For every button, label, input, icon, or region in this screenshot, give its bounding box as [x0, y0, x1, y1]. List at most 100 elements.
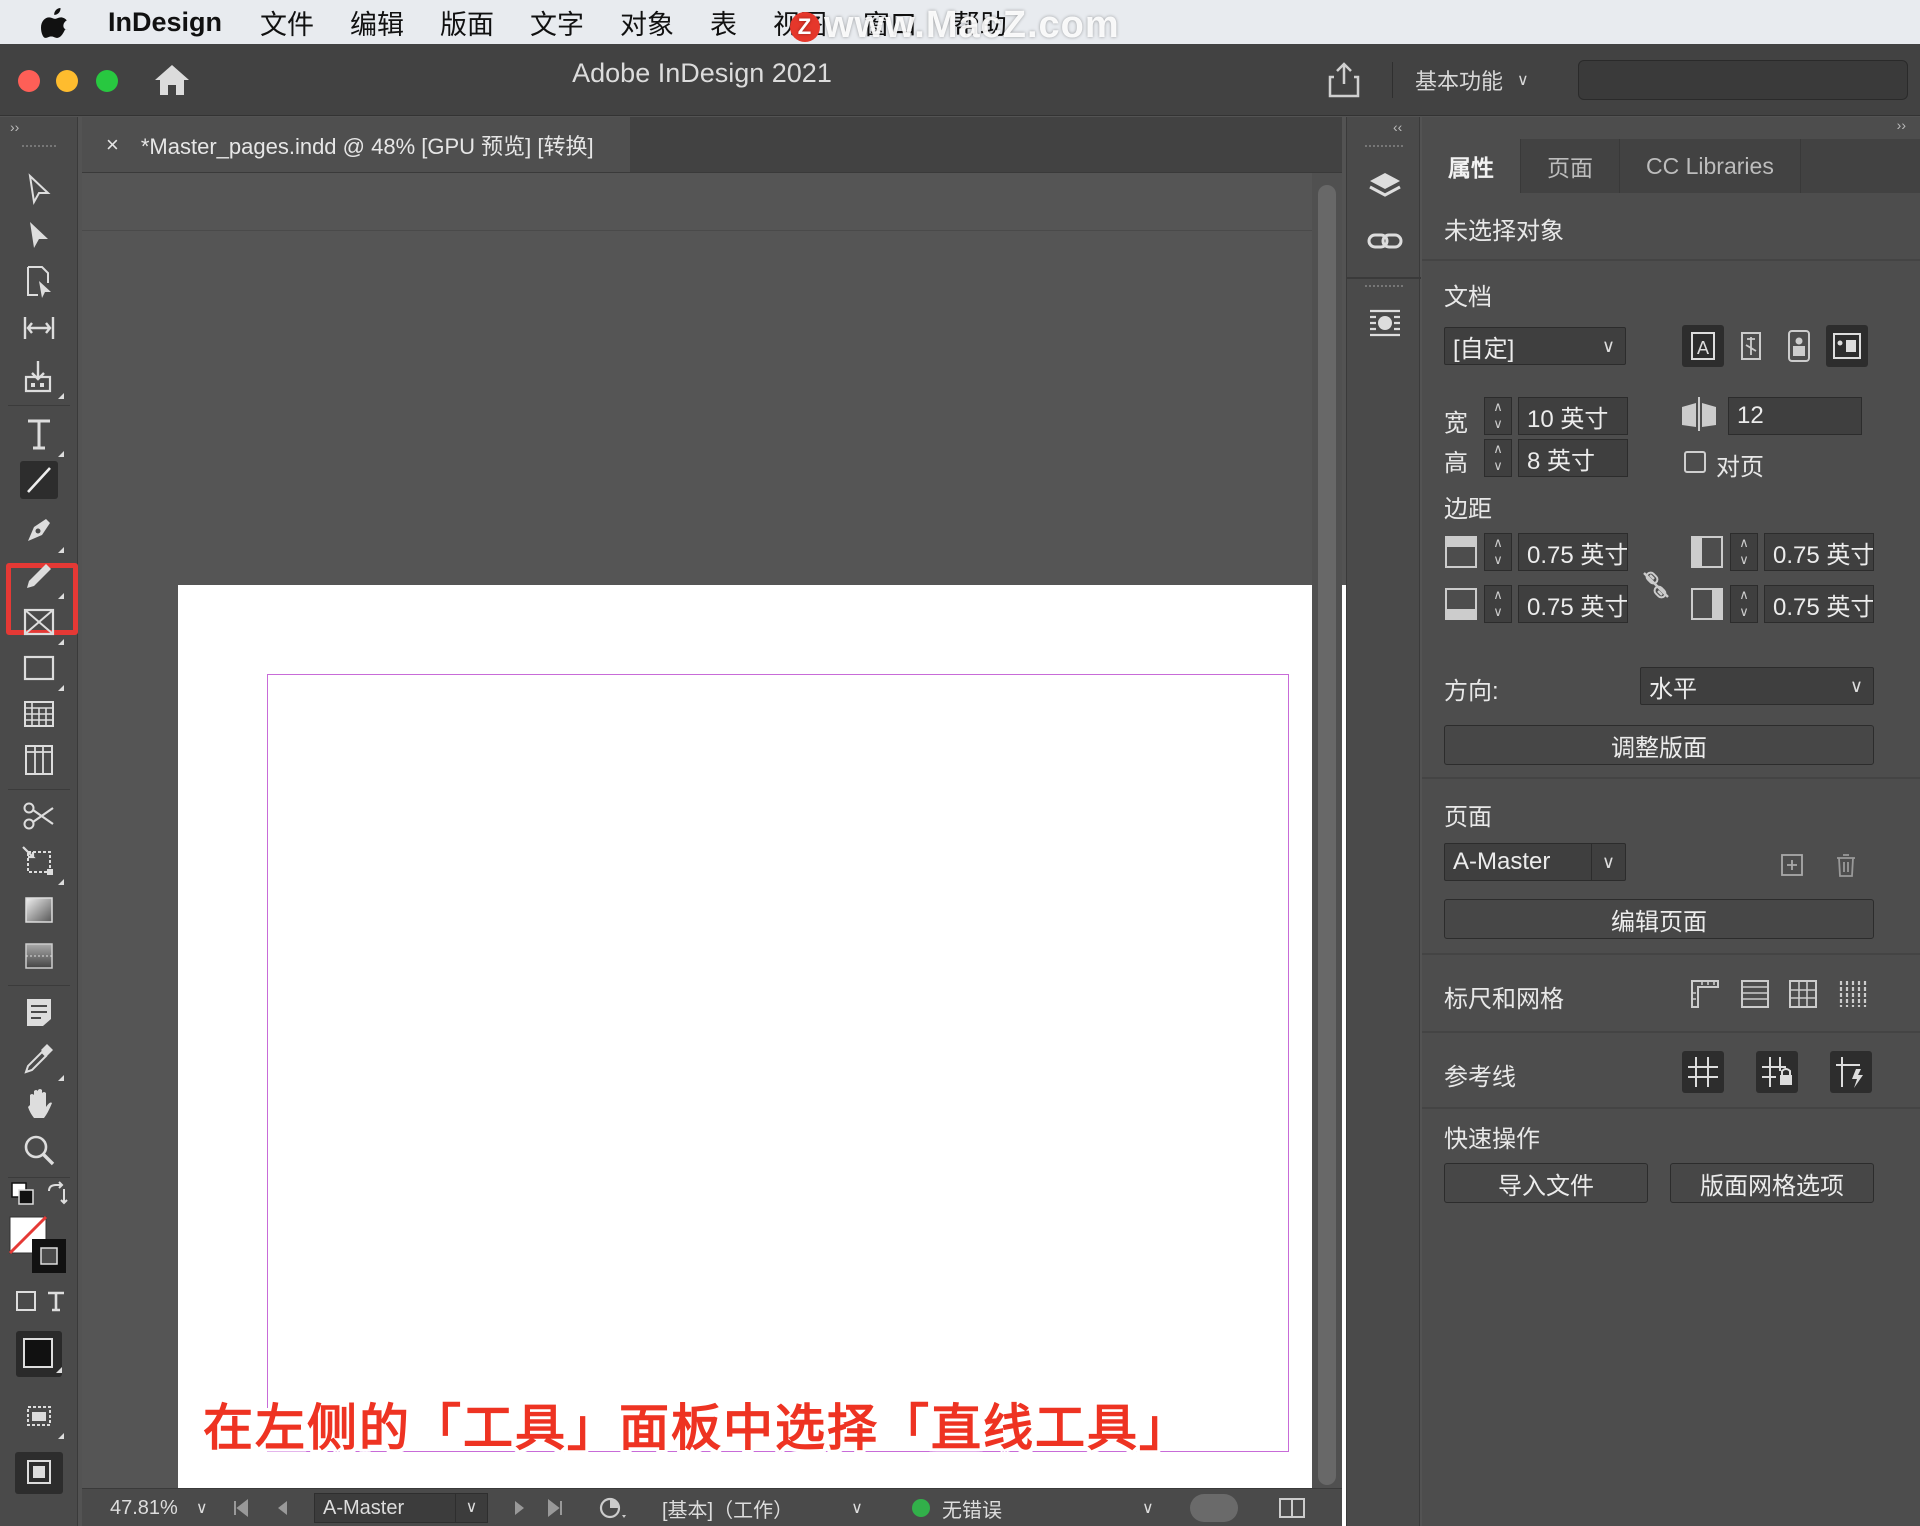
gradient-swatch-tool-icon[interactable]	[20, 891, 58, 929]
prev-page-icon[interactable]	[272, 1489, 294, 1526]
menu-type[interactable]: 文字	[530, 3, 584, 42]
tab-cc-libraries[interactable]: CC Libraries	[1620, 139, 1801, 193]
fill-stroke-swatch[interactable]	[8, 1215, 68, 1275]
height-field[interactable]: 8 英寸	[1518, 439, 1628, 477]
margin-top-stepper[interactable]: ∧ ∨	[1484, 533, 1512, 571]
rectangle-frame-tool-icon[interactable]	[20, 603, 64, 645]
note-tool-icon[interactable]	[20, 993, 58, 1031]
expand-arrows-icon[interactable]: ‹‹	[1393, 119, 1402, 135]
table-tool-icon[interactable]	[20, 695, 58, 733]
document-page[interactable]	[178, 585, 1378, 1526]
intent-digital-icon[interactable]	[1778, 325, 1820, 367]
pasteboard[interactable]	[82, 231, 1378, 1526]
margin-left-stepper[interactable]: ∧ ∨	[1730, 533, 1758, 571]
apply-color-icon[interactable]	[14, 1329, 64, 1379]
default-fill-stroke-icon[interactable]	[10, 1181, 36, 1207]
type-tool-icon[interactable]	[20, 415, 64, 457]
margin-right-stepper[interactable]: ∧ ∨	[1730, 585, 1758, 623]
facing-pages-checkbox[interactable]	[1684, 451, 1706, 473]
tab-properties[interactable]: 属性	[1422, 139, 1521, 193]
collapse-arrows-icon[interactable]: ››	[10, 119, 19, 135]
menu-file[interactable]: 文件	[260, 3, 314, 42]
collapse-arrows-icon[interactable]: ››	[1897, 117, 1906, 133]
margin-bottom-stepper[interactable]: ∧ ∨	[1484, 585, 1512, 623]
margin-top-field[interactable]: 0.75 英寸	[1518, 533, 1628, 571]
zoom-level[interactable]: 47.81% ∨	[110, 1489, 208, 1526]
scrollbar-thumb[interactable]	[1318, 185, 1336, 1485]
zoom-tool-icon[interactable]	[20, 1131, 58, 1169]
split-window-icon[interactable]	[1278, 1489, 1306, 1526]
next-page-icon[interactable]	[508, 1489, 530, 1526]
layers-icon[interactable]	[1365, 167, 1405, 207]
selection-tool-icon[interactable]	[20, 171, 58, 209]
apple-icon[interactable]	[40, 6, 70, 38]
close-tab-icon[interactable]: ×	[106, 132, 119, 158]
links-icon[interactable]	[1365, 221, 1405, 261]
pen-tool-icon[interactable]	[20, 511, 64, 553]
edit-page-button[interactable]: 编辑页面	[1444, 899, 1874, 939]
vertical-scrollbar[interactable]	[1312, 173, 1342, 1488]
screen-mode-icon[interactable]	[20, 1397, 64, 1439]
page-tool-icon[interactable]	[20, 263, 58, 301]
menu-layout[interactable]: 版面	[440, 3, 494, 42]
layout-grid-icon[interactable]	[1832, 973, 1874, 1015]
adjust-layout-button[interactable]: 调整版面	[1444, 725, 1874, 765]
panel-grip[interactable]	[22, 145, 56, 149]
hand-tool-icon[interactable]	[20, 1085, 58, 1123]
formatting-text-icon[interactable]	[44, 1289, 68, 1313]
menu-app-name[interactable]: InDesign	[108, 7, 222, 38]
show-guides-icon[interactable]	[1682, 1051, 1724, 1093]
baseline-grid-icon[interactable]	[1734, 973, 1776, 1015]
smart-guides-icon[interactable]	[1830, 1051, 1872, 1093]
intent-vertical-text-icon[interactable]	[1730, 325, 1772, 367]
toggle-switch[interactable]	[1190, 1494, 1238, 1522]
unlink-margins-icon[interactable]	[1640, 569, 1672, 601]
margin-bottom-field[interactable]: 0.75 英寸	[1518, 585, 1628, 623]
menu-object[interactable]: 对象	[620, 3, 674, 42]
preflight-profile[interactable]: [基本]（工作） ∨	[662, 1489, 863, 1526]
share-icon[interactable]	[1326, 60, 1362, 100]
pages-count-field[interactable]: 12	[1728, 397, 1862, 435]
last-page-icon[interactable]	[544, 1489, 566, 1526]
lock-guides-icon[interactable]	[1756, 1051, 1798, 1093]
document-grid-icon[interactable]	[1782, 973, 1824, 1015]
search-input[interactable]	[1578, 60, 1908, 100]
layout-grid-options-button[interactable]: 版面网格选项	[1670, 1163, 1874, 1203]
content-collector-tool-icon[interactable]	[20, 357, 64, 399]
margin-right-field[interactable]: 0.75 英寸	[1764, 585, 1874, 623]
free-transform-tool-icon[interactable]	[20, 843, 64, 885]
rectangle-tool-icon[interactable]	[20, 649, 64, 691]
import-file-button[interactable]: 导入文件	[1444, 1163, 1648, 1203]
formatting-container-icon[interactable]	[14, 1289, 38, 1313]
ruler-icon[interactable]	[1684, 973, 1726, 1015]
first-page-icon[interactable]	[230, 1489, 252, 1526]
menu-edit[interactable]: 编辑	[350, 3, 404, 42]
document-tab[interactable]: × *Master_pages.indd @ 48% [GPU 预览] [转换]	[82, 117, 630, 173]
eyedropper-tool-icon[interactable]	[20, 1039, 64, 1081]
panel-grip[interactable]	[1365, 285, 1403, 287]
trash-icon[interactable]	[1832, 851, 1860, 879]
width-field[interactable]: 10 英寸	[1518, 397, 1628, 435]
add-page-icon[interactable]	[1778, 851, 1806, 879]
gradient-feather-tool-icon[interactable]	[20, 937, 58, 975]
width-stepper[interactable]: ∧ ∨	[1484, 397, 1512, 435]
menu-table[interactable]: 表	[710, 3, 737, 42]
swap-fill-stroke-icon[interactable]	[44, 1181, 70, 1207]
pencil-tool-icon[interactable]	[20, 557, 64, 599]
page-selector[interactable]: A-Master ∨	[314, 1493, 488, 1523]
document-preset-dropdown[interactable]: [自定] ∨	[1444, 327, 1626, 365]
text-wrap-icon[interactable]	[1365, 303, 1405, 343]
line-tool-icon[interactable]	[20, 461, 58, 499]
master-page-dropdown[interactable]: A-Master ∨	[1444, 843, 1626, 881]
margin-left-field[interactable]: 0.75 英寸	[1764, 533, 1874, 571]
orientation-dropdown[interactable]: 水平 ∨	[1640, 667, 1874, 705]
intent-print-icon[interactable]: A	[1682, 325, 1724, 367]
direct-selection-tool-icon[interactable]	[20, 217, 58, 255]
preflight-status[interactable]: 无错误 ∨	[912, 1489, 1154, 1526]
grid-columns-tool-icon[interactable]	[20, 741, 58, 779]
view-toggle[interactable]	[1190, 1489, 1238, 1526]
height-stepper[interactable]: ∧ ∨	[1484, 439, 1512, 477]
tab-pages[interactable]: 页面	[1521, 139, 1620, 193]
workspace-switcher[interactable]: 基本功能 ∨	[1392, 62, 1529, 98]
preflight-profile-icon[interactable]	[598, 1489, 628, 1526]
